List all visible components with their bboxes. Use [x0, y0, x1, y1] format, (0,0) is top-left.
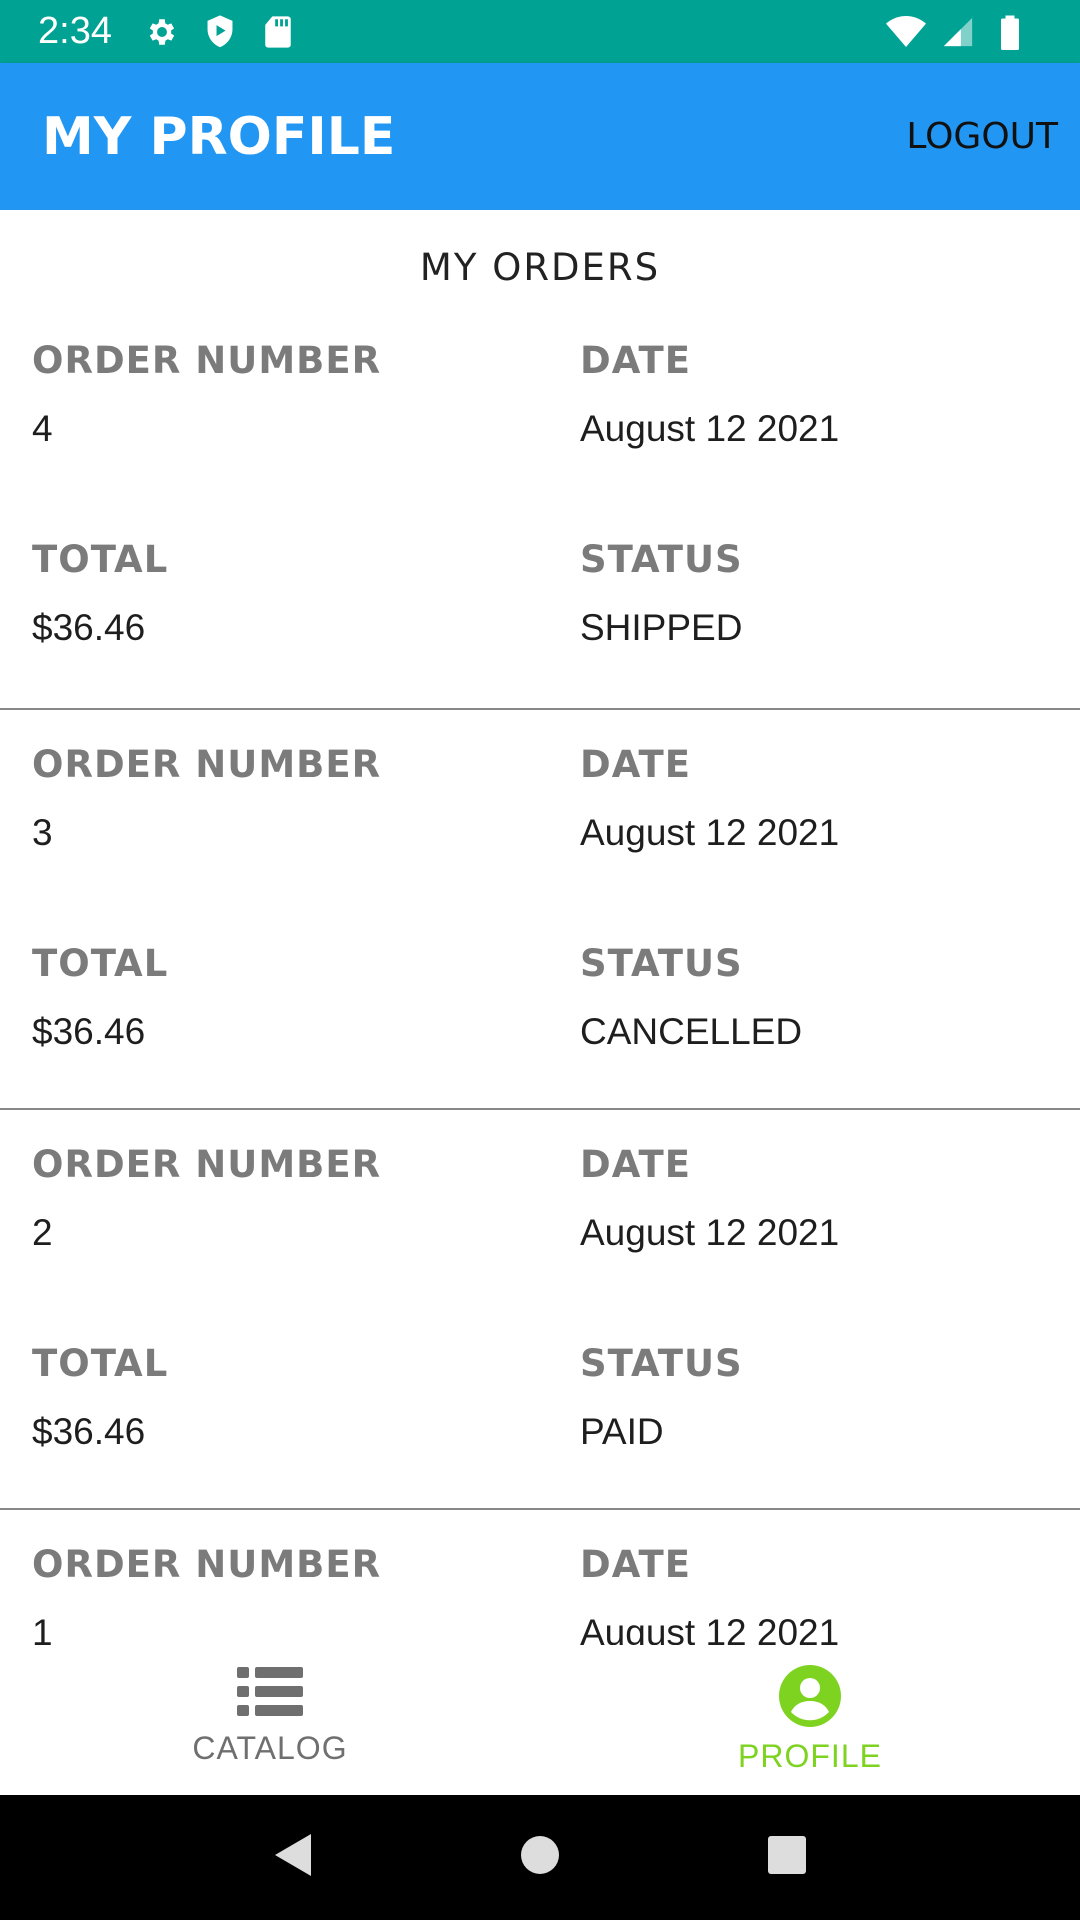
status-label: STATUS [580, 1342, 743, 1385]
status-right-group [886, 12, 1042, 52]
total-label: TOTAL [32, 538, 169, 581]
date-cell: DATE August 12 2021 [580, 743, 839, 854]
total-value: $36.46 [32, 607, 146, 648]
date-value: August 12 2021 [580, 1212, 840, 1253]
order-card: ORDER NUMBER 4 DATE August 12 2021 TOTAL… [0, 306, 1080, 710]
status-value: PAID [580, 1411, 664, 1452]
total-cell: TOTAL $36.46 [32, 538, 168, 649]
order-number-cell: ORDER NUMBER 4 [32, 339, 381, 450]
order-number-value: 3 [32, 812, 53, 853]
logout-button[interactable]: LOGOUT [906, 106, 1058, 167]
wifi-icon [886, 12, 926, 52]
status-cell: STATUS PAID [580, 1342, 743, 1453]
list-icon [237, 1665, 303, 1724]
order-number-label: ORDER NUMBER [32, 743, 382, 786]
date-value: August 12 2021 [580, 812, 840, 853]
status-value: SHIPPED [580, 607, 743, 648]
system-navigation-bar [0, 1795, 1080, 1920]
nav-item-catalog[interactable]: CATALOG [0, 1645, 540, 1795]
total-cell: TOTAL $36.46 [32, 942, 168, 1053]
order-number-label: ORDER NUMBER [32, 1543, 382, 1586]
bottom-navigation: CATALOG PROFILE [0, 1645, 1080, 1795]
total-value: $36.46 [32, 1411, 146, 1452]
total-label: TOTAL [32, 1342, 169, 1385]
date-label: DATE [580, 1543, 691, 1586]
order-card: ORDER NUMBER 1 DATE August 12 2021 [0, 1510, 1080, 1645]
date-label: DATE [580, 743, 691, 786]
recents-icon[interactable] [767, 1835, 807, 1880]
order-card: ORDER NUMBER 3 DATE August 12 2021 TOTAL… [0, 710, 1080, 1110]
gear-icon [142, 12, 182, 52]
nav-label-profile: PROFILE [738, 1738, 882, 1774]
date-cell: DATE August 12 2021 [580, 1143, 839, 1254]
orders-scroll-view[interactable]: MY ORDERS ORDER NUMBER 4 DATE August 12 … [0, 210, 1080, 1645]
order-card: ORDER NUMBER 2 DATE August 12 2021 TOTAL… [0, 1110, 1080, 1510]
back-icon[interactable] [273, 1832, 313, 1883]
status-cell: STATUS SHIPPED [580, 538, 743, 649]
date-cell: DATE August 12 2021 [580, 339, 839, 450]
order-number-value: 1 [32, 1612, 53, 1645]
battery-icon [990, 12, 1030, 52]
date-value: August 12 2021 [580, 408, 840, 449]
status-cell: STATUS CANCELLED [580, 942, 802, 1053]
order-number-label: ORDER NUMBER [32, 339, 382, 382]
home-icon[interactable] [520, 1835, 560, 1880]
date-label: DATE [580, 1143, 691, 1186]
status-bar: 2:34 [0, 0, 1080, 63]
status-time: 2:34 [38, 10, 112, 52]
date-label: DATE [580, 339, 691, 382]
order-number-value: 2 [32, 1212, 53, 1253]
page-title: MY PROFILE [42, 106, 396, 167]
total-label: TOTAL [32, 942, 169, 985]
order-number-cell: ORDER NUMBER 1 [32, 1543, 381, 1645]
status-label: STATUS [580, 538, 743, 581]
order-number-label: ORDER NUMBER [32, 1143, 382, 1186]
shield-play-icon [200, 12, 240, 52]
order-number-cell: ORDER NUMBER 2 [32, 1143, 381, 1254]
order-number-cell: ORDER NUMBER 3 [32, 743, 381, 854]
date-value: August 12 2021 [580, 1612, 840, 1645]
sd-card-icon [258, 12, 298, 52]
total-value: $36.46 [32, 1011, 146, 1052]
total-cell: TOTAL $36.46 [32, 1342, 168, 1453]
cellular-signal-icon [938, 12, 978, 52]
app-bar: MY PROFILE LOGOUT [0, 63, 1080, 210]
account-circle-icon [779, 1665, 841, 1732]
status-value: CANCELLED [580, 1011, 803, 1052]
nav-item-profile[interactable]: PROFILE [540, 1645, 1080, 1795]
section-title: MY ORDERS [419, 246, 661, 289]
status-label: STATUS [580, 942, 743, 985]
nav-label-catalog: CATALOG [192, 1730, 348, 1766]
order-number-value: 4 [32, 408, 53, 449]
date-cell: DATE August 12 2021 [580, 1543, 839, 1645]
